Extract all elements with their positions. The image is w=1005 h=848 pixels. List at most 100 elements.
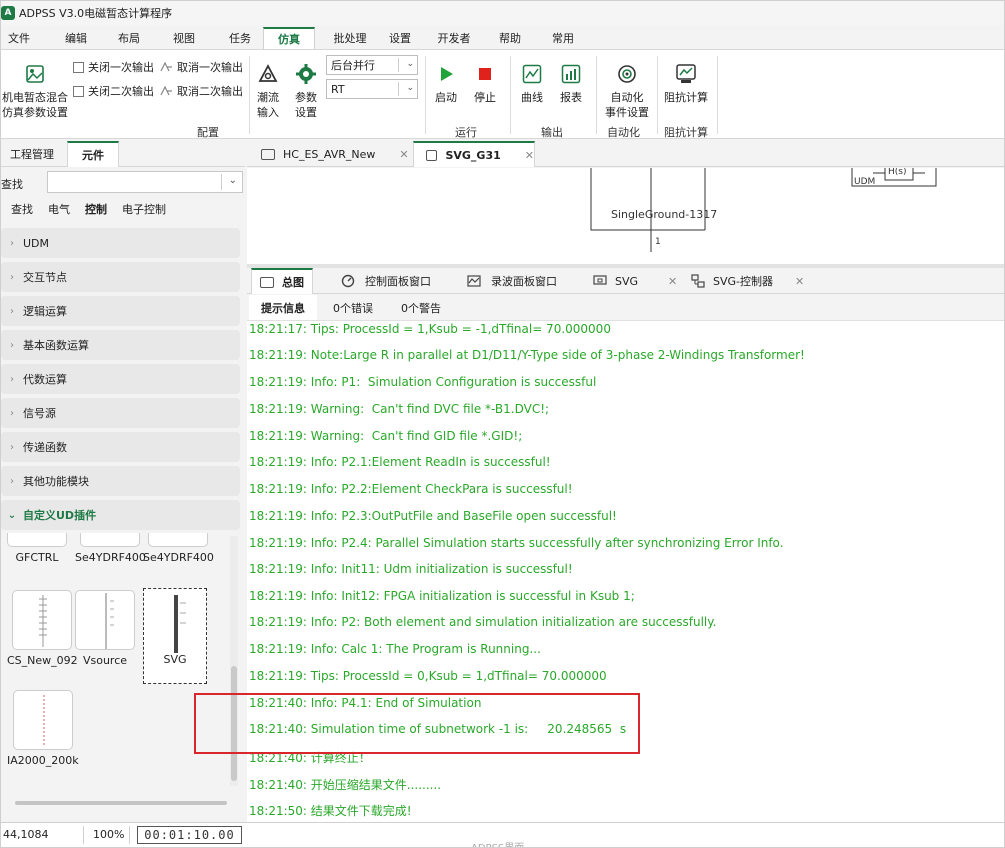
output-tabs: 总图 控制面板窗口 录波面板窗口 SVG ✕ SVG-控制器 ✕	[247, 268, 1004, 294]
category-udm[interactable]: › UDM	[1, 228, 240, 258]
component-thumbnail	[12, 690, 73, 750]
component-svg[interactable]: SVG	[143, 588, 207, 684]
schematic-canvas[interactable]: SingleGround-1317 1 UDM H(s)	[247, 168, 1004, 264]
log-line: 18:21:19: Info: Calc 1: The Program is R…	[249, 642, 541, 656]
impedance-calc-button[interactable]: 阻抗计算	[661, 62, 711, 105]
app-logo-icon: A	[1, 6, 15, 20]
zoom-level: 100%	[93, 828, 125, 841]
tab-svg-g31[interactable]: SVG_G31 ✕	[413, 141, 535, 167]
menu-file[interactable]: 文件	[1, 27, 37, 49]
left-panel-tabs: 工程管理 元件	[1, 141, 245, 167]
subtab-control[interactable]: 控制	[85, 201, 107, 217]
close-icon[interactable]: ✕	[795, 275, 804, 288]
subtab-warnings[interactable]: 0个警告	[401, 295, 441, 320]
tab-svg[interactable]: SVG ✕	[593, 268, 677, 294]
cursor-coordinates: 44,1084	[3, 828, 49, 841]
tab-hc-es-avr-new[interactable]: HC_ES_AVR_New ✕	[257, 141, 409, 167]
category-signal-source[interactable]: › 信号源	[1, 398, 240, 428]
category-basic-functions[interactable]: › 基本函数运算	[1, 330, 240, 360]
params-settings-button[interactable]: 参数 设置	[291, 62, 321, 120]
menu-bar: 文件 编辑 布局 视图 任务 仿真 批处理 设置 开发者 帮助 常用	[1, 27, 1004, 49]
subtab-errors[interactable]: 0个错误	[333, 295, 373, 320]
category-custom-ud-plugin[interactable]: ⌄ 自定义UD插件	[1, 500, 240, 530]
stop-button[interactable]: 停止	[470, 62, 500, 105]
target-icon	[615, 62, 639, 86]
component-vsource[interactable]: Vsource	[75, 590, 135, 667]
subtab-find[interactable]: 查找	[11, 201, 33, 217]
tab-label: 控制面板窗口	[365, 275, 431, 288]
category-other-modules[interactable]: › 其他功能模块	[1, 466, 240, 496]
tab-project-manage[interactable]: 工程管理	[1, 141, 63, 167]
menu-simulation[interactable]: 仿真	[263, 27, 315, 49]
report-button[interactable]: 报表	[556, 62, 586, 105]
component-label: Se4YDRF400	[143, 551, 214, 564]
component-se4ydrf400-b[interactable]: Se4YDRF400	[143, 533, 214, 564]
close-icon[interactable]: ✕	[668, 275, 677, 288]
cancel-primary-output-button[interactable]: 取消一次输出	[159, 59, 243, 75]
subtab-electrical[interactable]: 电气	[48, 201, 70, 217]
curve-button[interactable]: 曲线	[517, 62, 547, 105]
run-mode-select[interactable]: 后台并行 ⌄	[326, 55, 418, 75]
category-label: 交互节点	[23, 271, 67, 284]
close-icon[interactable]: ✕	[525, 149, 534, 162]
checkbox-box	[73, 85, 84, 97]
start-button[interactable]: 启动	[431, 62, 461, 105]
tab-svg-controller[interactable]: SVG-控制器 ✕	[691, 268, 804, 294]
component-label: SVG	[163, 653, 187, 666]
tab-control-panel[interactable]: 控制面板窗口	[341, 268, 431, 294]
menu-settings[interactable]: 设置	[385, 27, 415, 49]
menu-developer[interactable]: 开发者	[415, 27, 493, 49]
impedance-icon	[674, 62, 698, 86]
flow-input-button[interactable]: 潮流 输入	[253, 62, 283, 120]
rt-select[interactable]: RT ⌄	[326, 79, 418, 99]
ground-element-label: SingleGround-1317	[611, 208, 718, 221]
subtab-electronic-control[interactable]: 电子控制	[122, 201, 166, 217]
combo-divider	[221, 174, 222, 190]
component-ia2000[interactable]: IA2000_200k	[7, 690, 79, 767]
ribbon-separator	[249, 56, 250, 134]
mixed-sim-button[interactable]: 机电暂态混合 仿真参数设置	[1, 62, 69, 120]
component-thumbnail	[12, 590, 73, 650]
category-transfer-function[interactable]: › 传递函数	[1, 432, 240, 462]
menu-common[interactable]: 常用	[527, 27, 599, 49]
stop-icon	[473, 62, 497, 86]
horizontal-scrollbar[interactable]	[15, 801, 227, 805]
menu-view[interactable]: 视图	[143, 27, 225, 49]
component-thumbnail-selected: SVG	[143, 588, 207, 684]
chevron-right-icon: ›	[10, 441, 14, 453]
report-label: 报表	[560, 91, 582, 104]
gear-icon	[294, 62, 318, 86]
close-primary-label: 关闭一次输出	[88, 61, 154, 74]
component-se4ydrf400-a[interactable]: Se4YDRF400	[75, 533, 146, 564]
chevron-right-icon: ›	[10, 407, 14, 419]
find-input[interactable]: ⌄	[47, 171, 243, 193]
auto-event-button[interactable]: 自动化 事件设置	[601, 62, 653, 120]
tab-components[interactable]: 元件	[67, 141, 119, 167]
category-interaction-node[interactable]: › 交互节点	[1, 262, 240, 292]
cancel-secondary-output-button[interactable]: 取消二次输出	[159, 83, 243, 99]
monitor-icon	[593, 275, 607, 285]
category-logic[interactable]: › 逻辑运算	[1, 296, 240, 326]
close-icon[interactable]: ✕	[399, 148, 408, 161]
menu-edit[interactable]: 编辑	[37, 27, 115, 49]
menu-layout[interactable]: 布局	[115, 27, 143, 49]
params-label-2: 设置	[295, 106, 317, 119]
tab-overview[interactable]: 总图	[251, 268, 313, 294]
log-line: 18:21:40: 开始压缩结果文件.........	[249, 778, 442, 792]
close-primary-output-checkbox[interactable]: 关闭一次输出	[73, 59, 154, 75]
category-algebra[interactable]: › 代数运算	[1, 364, 240, 394]
group-output-label: 输出	[541, 126, 563, 139]
tab-waveform-panel[interactable]: 录波面板窗口	[467, 268, 557, 294]
menu-help[interactable]: 帮助	[493, 27, 527, 49]
component-cs-new[interactable]: CS_New_092	[7, 590, 78, 667]
menu-task[interactable]: 任务	[225, 27, 255, 49]
menu-batch[interactable]: 批处理	[315, 27, 385, 49]
chevron-down-icon: ⌄	[406, 83, 414, 93]
log-line: 18:21:19: Tips: ProcessId = 0,Ksub = 1,d…	[249, 669, 607, 683]
log-line: 18:21:19: Note:Large R in parallel at D1…	[249, 348, 805, 362]
subtab-messages[interactable]: 提示信息	[249, 295, 317, 320]
log-line: 18:21:19: Info: P2.3:OutPutFile and Base…	[249, 509, 617, 523]
component-gfctrl[interactable]: GFCTRL	[7, 533, 67, 564]
close-secondary-output-checkbox[interactable]: 关闭二次输出	[73, 83, 154, 99]
play-icon	[434, 62, 458, 86]
